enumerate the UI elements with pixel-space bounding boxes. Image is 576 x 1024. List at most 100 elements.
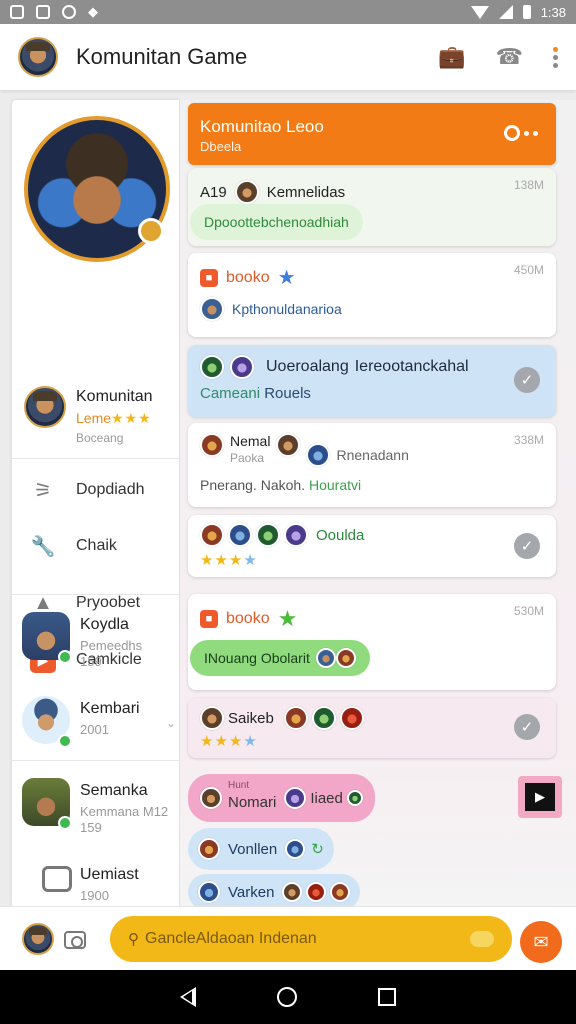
sidebar: Komunitan Leme★★★ Boceang ⚞ Dopdiadh 🔧 C…: [12, 100, 179, 906]
online-status-icon: [58, 734, 72, 748]
participant-avatar: [200, 706, 224, 730]
send-button[interactable]: ✉: [520, 921, 562, 963]
emoji-toggle-icon[interactable]: [470, 931, 494, 947]
video-play-button[interactable]: ▶: [518, 776, 562, 818]
profile-avatar-large[interactable]: [24, 116, 170, 262]
app-avatar[interactable]: [18, 37, 58, 77]
star-icon: ★: [277, 606, 298, 631]
tag-label: booko: [226, 268, 270, 286]
contact-subtitle: Pemeedhs 159: [80, 638, 142, 670]
contact-sub-line: Pemeedhs: [80, 638, 143, 653]
tag-icon: ■: [200, 268, 218, 287]
chat-bubble[interactable]: Hunt Nomari Iiaed: [188, 774, 375, 822]
participant-avatar: [285, 839, 306, 859]
my-profile-row[interactable]: Komunitan Leme★★★ Boceang: [24, 382, 179, 452]
system-nav-bar: [0, 970, 576, 1024]
chat-bubble[interactable]: Varken: [188, 874, 361, 906]
participant-avatar: [335, 648, 356, 668]
play-icon: ▶: [525, 783, 555, 811]
battery-icon: [522, 5, 531, 19]
message-card[interactable]: ■ booko ★ 450M Kpthonuldanarioa: [188, 253, 556, 337]
online-status-icon: [58, 650, 72, 664]
more-options-icon[interactable]: [504, 125, 538, 141]
bubble-label: Vonllen: [228, 840, 278, 858]
sidebar-item-chaik[interactable]: 🔧 Chaik: [30, 526, 179, 566]
contact-subtitle: 2001: [80, 722, 109, 737]
home-icon: [42, 866, 72, 892]
message-bubble: Dpooottebchenoadhiah: [190, 204, 363, 240]
divider: [12, 458, 179, 459]
participant-avatar: [284, 787, 307, 809]
group-header-card[interactable]: Komunitao Leoo Dbeela: [188, 103, 556, 165]
participant-avatar: [346, 790, 363, 806]
message-input[interactable]: [145, 930, 445, 948]
contact-uemiast[interactable]: Uemiast 1900: [22, 856, 179, 906]
message-card[interactable]: Saikeb ★★★★ ✓: [188, 698, 556, 758]
message-link[interactable]: Houratvi: [309, 477, 361, 493]
tag-icon: ■: [200, 610, 218, 628]
app-actions: 💼 ☎: [438, 44, 558, 70]
participant-avatar: [200, 355, 224, 379]
sidebar-item-label: Chaik: [76, 537, 117, 554]
recents-icon[interactable]: [377, 988, 396, 1006]
camera-icon[interactable]: [64, 931, 86, 949]
phone-icon[interactable]: ☎: [496, 44, 523, 70]
check-icon[interactable]: ✓: [514, 533, 540, 559]
message-card[interactable]: Ooulda ★★★★ ✓: [188, 515, 556, 577]
group-subtitle: Dbeela: [200, 139, 242, 154]
bubble-caption: Hunt: [228, 779, 250, 791]
divider: [12, 760, 179, 761]
message-header: Nemal Paoka Rnenadann: [200, 433, 409, 467]
message-body: Kpthonuldanarioa: [200, 297, 342, 321]
more-vert-icon[interactable]: [553, 46, 558, 68]
message-card[interactable]: Uoeroalang Iereootanckahal Cameani Rouel…: [188, 345, 556, 417]
contact-name: Kembari: [80, 700, 140, 717]
status-bar: ◆ 1:38: [0, 0, 576, 24]
check-icon[interactable]: ✓: [514, 367, 540, 393]
participant-avatar: [230, 355, 254, 379]
bag-icon[interactable]: 💼: [438, 44, 465, 70]
rating-stars-gold: ★★★: [200, 552, 244, 569]
contact-sub-line: 159: [80, 654, 102, 669]
contact-name: Semanka: [80, 782, 148, 799]
sender-name: Kemnelidas: [266, 183, 346, 201]
sidebar-item-label: Dopdiadh: [76, 481, 145, 498]
message-text: Saikeb: [228, 709, 274, 727]
message-text: Pnerang. Nakoh.: [200, 477, 306, 493]
chevron-down-icon[interactable]: ⌄: [166, 716, 176, 730]
gallery-icon: [36, 5, 50, 19]
image-icon: [10, 5, 24, 19]
message-card[interactable]: Nemal Paoka Rnenadann 338M Pnerang. Nako…: [188, 423, 556, 507]
participant-avatar: [283, 706, 308, 730]
participant-avatar: [315, 648, 336, 668]
app-bar: Komunitan Game 💼 ☎: [0, 24, 576, 90]
message-time: 338M: [513, 433, 544, 447]
home-button-icon[interactable]: [276, 987, 297, 1007]
sync-icon: [62, 5, 76, 19]
bubble-label: Nomari: [228, 793, 277, 811]
contact-sub-line: Kemmana M12: [80, 804, 169, 819]
message-card[interactable]: ■ booko ★ 530M INouang Obolarit: [188, 594, 556, 690]
back-icon[interactable]: [180, 987, 197, 1007]
contact-koydla[interactable]: Koydla Pemeedhs 159: [22, 606, 179, 676]
message-subline: Cameani Rouels: [200, 385, 311, 402]
message-card[interactable]: A19 Kemnelidas 138M Dpooottebchenoadhiah: [188, 168, 556, 246]
participant-avatar: [311, 706, 336, 730]
message-header: Uoeroalang Iereootanckahal: [200, 355, 469, 379]
my-subtitle: Boceang: [76, 431, 124, 445]
message-input-field[interactable]: ⚲: [110, 916, 512, 962]
participant-avatar: [198, 881, 220, 903]
composer-avatar[interactable]: [22, 923, 54, 955]
message-text: Rouels: [264, 385, 311, 402]
contact-kembari[interactable]: Kembari 2001 ⌄: [22, 690, 179, 760]
chat-feed[interactable]: Komunitao Leoo Dbeela A19 Kemnelidas 138…: [180, 100, 576, 906]
composer-bar: ⚲ ✉: [0, 906, 576, 970]
message-link[interactable]: Cameani: [200, 385, 260, 402]
contact-semanka[interactable]: Semanka Kemmana M12 159: [22, 772, 179, 842]
message-time: 530M: [513, 604, 544, 618]
search-icon: ⚲: [128, 931, 139, 948]
check-icon[interactable]: ✓: [514, 714, 540, 740]
sidebar-item-dopdiadh[interactable]: ⚞ Dopdiadh: [30, 470, 179, 510]
chat-bubble[interactable]: Vonllen ↻: [188, 828, 334, 870]
message-header: A19 Kemnelidas: [200, 180, 345, 204]
